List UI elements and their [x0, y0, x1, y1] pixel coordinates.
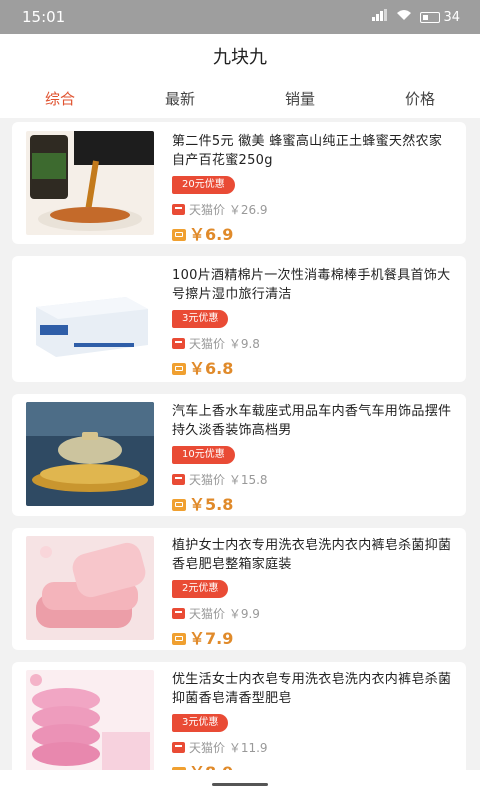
final-price-row: ￥7.9: [172, 625, 452, 649]
tmall-icon: [172, 742, 185, 753]
final-price-row: ￥6.8: [172, 355, 452, 379]
tmall-price: 天猫价 ￥15.8: [189, 473, 268, 487]
home-indicator[interactable]: [212, 783, 268, 786]
tab-price[interactable]: 价格: [360, 88, 480, 109]
coupon-price-icon: [172, 229, 186, 241]
wifi-icon: [396, 9, 412, 25]
battery-icon: 34: [420, 10, 460, 25]
product-title[interactable]: 优生活女士内衣皂专用洗衣皂洗内衣内裤皂杀菌抑菌香皂清香型肥皂: [172, 670, 452, 708]
product-card[interactable]: 汽车上香水车载座式用品车内香气车用饰品摆件持久淡香装饰高档男 10元优惠 天猫价…: [12, 394, 466, 516]
tmall-price-row: 天猫价 ￥15.8: [172, 471, 452, 488]
coupon-price-icon: [172, 363, 186, 375]
final-price-row: ￥8.9: [172, 759, 452, 770]
tmall-price-row: 天猫价 ￥11.9: [172, 739, 452, 756]
tmall-price: 天猫价 ￥9.9: [189, 607, 260, 621]
final-price-row: ￥6.9: [172, 221, 452, 245]
coupon-badge[interactable]: 2元优惠: [172, 580, 229, 598]
product-title[interactable]: 汽车上香水车载座式用品车内香气车用饰品摆件持久淡香装饰高档男: [172, 402, 452, 440]
status-bar: 15:01 34: [0, 0, 480, 34]
final-price: ￥5.8: [189, 495, 234, 514]
product-title[interactable]: 植护女士内衣专用洗衣皂洗内衣内裤皂杀菌抑菌香皂肥皂整箱家庭装: [172, 536, 452, 574]
tmall-icon: [172, 608, 185, 619]
final-price: ￥8.9: [189, 759, 233, 770]
final-price-row: ￥5.8: [172, 491, 452, 515]
product-title[interactable]: 第二件5元 徽美 蜂蜜高山纯正土蜂蜜天然农家自产百花蜜250g: [172, 132, 452, 170]
tmall-icon: [172, 204, 185, 215]
product-title[interactable]: 100片酒精棉片一次性消毒棉棒手机餐具首饰大号擦片湿巾旅行清洁: [172, 266, 452, 304]
sort-tabs: 综合 最新 销量 价格: [0, 78, 480, 118]
tmall-price-row: 天猫价 ￥9.9: [172, 605, 452, 622]
product-image-underwear-soap[interactable]: [26, 670, 154, 770]
tmall-price-row: 天猫价 ￥26.9: [172, 201, 452, 218]
tmall-icon: [172, 338, 185, 349]
tmall-price-row: 天猫价 ￥9.8: [172, 335, 452, 352]
battery-level: 34: [443, 9, 460, 25]
status-icons: 34: [372, 9, 460, 25]
product-image-honey[interactable]: [26, 131, 154, 235]
tmall-price: 天猫价 ￥11.9: [189, 741, 268, 755]
coupon-badge[interactable]: 3元优惠: [172, 714, 229, 732]
tmall-price: 天猫价 ￥26.9: [189, 203, 268, 217]
tab-sales[interactable]: 销量: [240, 88, 360, 109]
coupon-badge[interactable]: 10元优惠: [172, 446, 235, 464]
product-list[interactable]: 第二件5元 徽美 蜂蜜高山纯正土蜂蜜天然农家自产百花蜜250g 20元优惠 天猫…: [0, 120, 480, 770]
status-time: 15:01: [22, 8, 66, 26]
final-price: ￥6.8: [189, 359, 234, 378]
final-price: ￥7.9: [189, 629, 234, 648]
product-image-alcohol-wipes[interactable]: [26, 267, 154, 371]
tab-comprehensive[interactable]: 综合: [0, 88, 120, 109]
coupon-badge[interactable]: 3元优惠: [172, 310, 229, 328]
page-title: 九块九: [0, 34, 480, 78]
coupon-price-icon: [172, 633, 186, 645]
product-card[interactable]: 优生活女士内衣皂专用洗衣皂洗内衣内裤皂杀菌抑菌香皂清香型肥皂 3元优惠 天猫价 …: [12, 662, 466, 770]
tmall-icon: [172, 474, 185, 485]
coupon-badge[interactable]: 20元优惠: [172, 176, 235, 194]
final-price: ￥6.9: [189, 225, 234, 244]
product-image-car-perfume[interactable]: [26, 402, 154, 506]
coupon-price-icon: [172, 499, 186, 511]
tab-newest[interactable]: 最新: [120, 88, 240, 109]
tmall-price: 天猫价 ￥9.8: [189, 337, 260, 351]
product-card[interactable]: 植护女士内衣专用洗衣皂洗内衣内裤皂杀菌抑菌香皂肥皂整箱家庭装 2元优惠 天猫价 …: [12, 528, 466, 650]
page-title-text: 九块九: [213, 47, 267, 68]
product-card[interactable]: 100片酒精棉片一次性消毒棉棒手机餐具首饰大号擦片湿巾旅行清洁 3元优惠 天猫价…: [12, 256, 466, 382]
product-card[interactable]: 第二件5元 徽美 蜂蜜高山纯正土蜂蜜天然农家自产百花蜜250g 20元优惠 天猫…: [12, 122, 466, 244]
product-image-laundry-soap[interactable]: [26, 536, 154, 640]
signal-icon: [372, 9, 388, 25]
